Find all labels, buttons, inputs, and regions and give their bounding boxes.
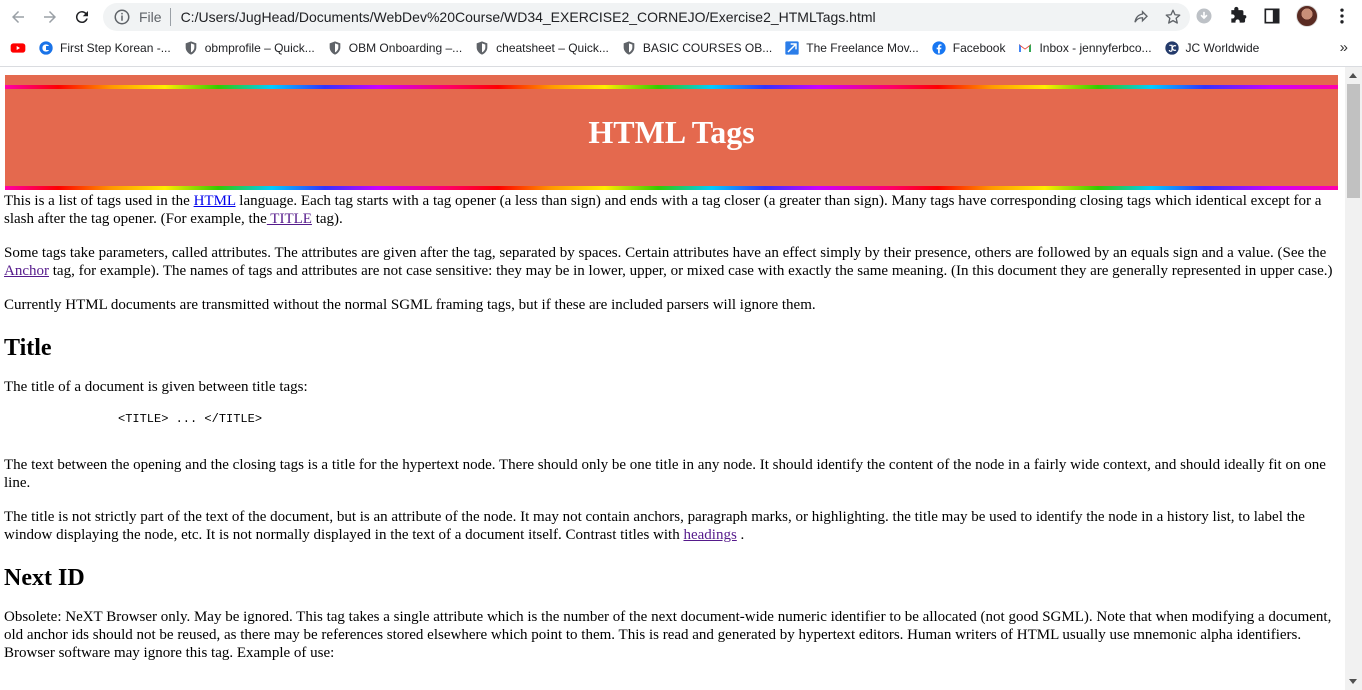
bookmark-item[interactable]: First Step Korean -... <box>33 36 176 60</box>
facebook-icon <box>932 41 946 55</box>
omnibox-divider <box>169 8 171 26</box>
bookmark-item[interactable]: Facebook <box>926 36 1011 60</box>
text-run: tag, for example). The names of tags and… <box>49 263 1333 279</box>
scroll-up-arrow-icon[interactable] <box>1349 73 1357 78</box>
bookmark-label: First Step Korean -... <box>60 41 171 55</box>
headings-link[interactable]: headings <box>683 527 736 543</box>
text-run: The title is not strictly part of the te… <box>4 509 1305 543</box>
arrow-right-icon <box>44 11 56 23</box>
rainbow-rule-bottom <box>5 186 1338 190</box>
bookmarks-overflow-chevron-icon[interactable]: » <box>1340 39 1348 56</box>
bookmark-item[interactable]: OBM Onboarding –... <box>322 36 467 60</box>
title-paragraph-3: The title is not strictly part of the te… <box>4 508 1341 544</box>
shield-icon <box>476 41 488 55</box>
side-panel-icon[interactable] <box>1262 6 1282 26</box>
address-bar[interactable]: File C:/Users/JugHead/Documents/WebDev%2… <box>103 3 1190 31</box>
nextid-section-heading: Next ID <box>4 565 85 591</box>
html-link[interactable]: HTML <box>194 193 236 209</box>
shield-icon <box>185 41 197 55</box>
vertical-scrollbar[interactable] <box>1345 67 1362 690</box>
bookmark-youtube[interactable] <box>5 36 31 60</box>
intro-paragraph-2: Some tags take parameters, called attrib… <box>4 244 1341 280</box>
anchor-link[interactable]: Anchor <box>4 263 49 279</box>
bookmark-item[interactable]: The Freelance Mov... <box>779 36 924 60</box>
header-banner: HTML Tags <box>5 75 1338 190</box>
page-viewport: HTML Tags This is a list of tags used in… <box>0 67 1345 690</box>
scrollbar-thumb[interactable] <box>1347 84 1360 198</box>
intro-paragraph-3: Currently HTML documents are transmitted… <box>4 297 816 313</box>
reload-icon <box>75 11 88 24</box>
title-code-example: <TITLE> ... </TITLE> <box>118 412 263 426</box>
page-title: HTML Tags <box>588 114 755 150</box>
nextid-paragraph-1: Obsolete: NeXT Browser only. May be igno… <box>4 609 1332 661</box>
title-section-heading: Title <box>4 335 52 361</box>
star-icon[interactable] <box>1164 8 1182 26</box>
extension-area <box>1194 5 1352 27</box>
forward-button[interactable] <box>34 1 66 33</box>
bookmark-label: Inbox - jennyferbco... <box>1039 41 1152 55</box>
bookmark-label: BASIC COURSES OB... <box>642 41 773 55</box>
url-text[interactable]: C:/Users/JugHead/Documents/WebDev%20Cour… <box>181 9 876 25</box>
title-link[interactable]: TITLE <box>267 211 312 227</box>
jc-icon <box>1164 41 1179 55</box>
freelance-icon <box>785 41 799 55</box>
omnibox-actions <box>1132 8 1182 26</box>
intro-paragraph-1: This is a list of tags used in the HTML … <box>4 192 1341 228</box>
bookmark-item[interactable]: obmprofile – Quick... <box>178 36 320 60</box>
text-run: This is a list of tags used in the <box>4 193 194 209</box>
bookmark-item[interactable]: JC Worldwide <box>1159 36 1265 60</box>
scroll-down-arrow-icon[interactable] <box>1349 679 1357 684</box>
profile-avatar[interactable] <box>1296 5 1318 27</box>
info-icon[interactable] <box>113 8 131 26</box>
bookmark-label: The Freelance Mov... <box>806 41 919 55</box>
bookmark-label: Facebook <box>952 41 1006 55</box>
rainbow-rule-top <box>5 85 1338 89</box>
document-body: HTML Tags This is a list of tags used in… <box>0 67 1345 662</box>
title-paragraph-2: The text between the opening and the clo… <box>4 457 1326 491</box>
arrow-left-icon <box>12 11 24 23</box>
youtube-icon <box>10 43 26 53</box>
scheme-label: File <box>139 9 162 25</box>
gmail-icon <box>1019 44 1032 52</box>
shield-icon <box>329 41 341 55</box>
bookmark-label: obmprofile – Quick... <box>204 41 315 55</box>
bookmark-label: JC Worldwide <box>1185 41 1260 55</box>
browser-toolbar: File C:/Users/JugHead/Documents/WebDev%2… <box>0 0 1362 34</box>
shield-icon <box>623 41 635 55</box>
text-run: . <box>736 527 745 543</box>
bookmark-item[interactable]: Inbox - jennyferbco... <box>1012 36 1156 60</box>
extensions-puzzle-icon[interactable] <box>1228 6 1248 26</box>
reload-button[interactable] <box>66 1 98 33</box>
bookmark-label: cheatsheet – Quick... <box>496 41 609 55</box>
back-button[interactable] <box>2 1 34 33</box>
coursera-icon <box>39 41 53 55</box>
bookmark-item[interactable]: cheatsheet – Quick... <box>469 36 614 60</box>
bookmarks-bar: First Step Korean -... obmprofile – Quic… <box>0 34 1362 62</box>
menu-kebab-icon[interactable] <box>1332 6 1352 26</box>
share-icon[interactable] <box>1132 8 1150 26</box>
download-icon[interactable] <box>1194 6 1214 26</box>
text-run: Some tags take parameters, called attrib… <box>4 245 1327 261</box>
title-paragraph-1: The title of a document is given between… <box>4 379 308 395</box>
bookmark-item[interactable]: BASIC COURSES OB... <box>616 36 777 60</box>
bookmark-label: OBM Onboarding –... <box>348 41 463 55</box>
text-run: tag). <box>311 211 343 227</box>
